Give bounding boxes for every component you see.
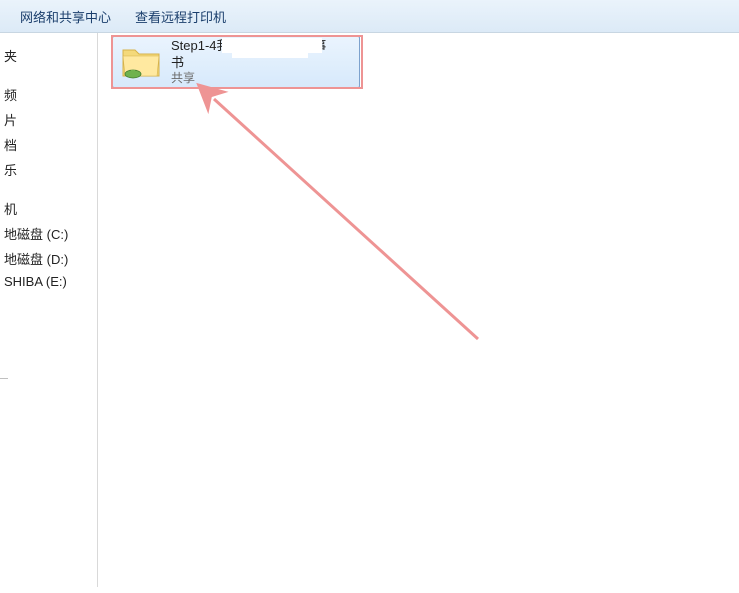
sidebar-item-drive-d[interactable]: 地磁盘 (D:) [0, 246, 97, 271]
toolbar: 网络和共享中心 查看远程打印机 [0, 0, 739, 33]
sidebar-item-folder[interactable]: 夹 [0, 43, 97, 68]
annotation-arrow [98, 33, 738, 593]
content-pane: Step1-4我 读故事 书 共享 [98, 33, 739, 587]
folder-name-line1: Step1-4我 读故事 [171, 38, 353, 54]
sidebar-item-pictures[interactable]: 片 [0, 107, 97, 132]
sidebar-item-computer[interactable]: 机 [0, 196, 97, 221]
sidebar-spacer [0, 68, 97, 82]
sidebar-item-drive-e[interactable]: SHIBA (E:) [0, 271, 97, 292]
folder-share-label: 共享 [171, 71, 353, 86]
sidebar-item-music[interactable]: 乐 [0, 157, 97, 182]
toolbar-network-center[interactable]: 网络和共享中心 [8, 3, 123, 30]
folder-icon [119, 40, 163, 84]
folder-name-line2: 书 [171, 55, 353, 71]
main-area: 夹 频 片 档 乐 机 地磁盘 (C:) 地磁盘 (D:) SHIBA (E:) [0, 33, 739, 587]
folder-item[interactable]: Step1-4我 读故事 书 共享 [112, 36, 360, 88]
sidebar-divider [0, 378, 8, 379]
sidebar-spacer [0, 182, 97, 196]
sidebar-item-documents[interactable]: 档 [0, 132, 97, 157]
sidebar-item-video[interactable]: 频 [0, 82, 97, 107]
sidebar: 夹 频 片 档 乐 机 地磁盘 (C:) 地磁盘 (D:) SHIBA (E:) [0, 33, 98, 587]
toolbar-view-remote-printers[interactable]: 查看远程打印机 [123, 3, 238, 30]
sidebar-item-drive-c[interactable]: 地磁盘 (C:) [0, 221, 97, 246]
